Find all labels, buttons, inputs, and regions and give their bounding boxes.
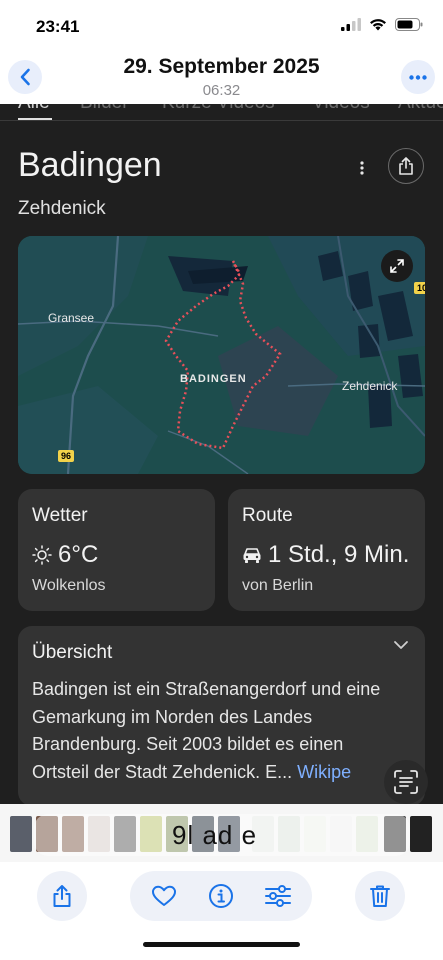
favorite-button[interactable] bbox=[150, 882, 178, 910]
map-view[interactable]: Gransee BADINGEN Zehdenick 96 10 bbox=[18, 236, 425, 474]
route-card[interactable]: Route 1 Std., 9 Min. von Berlin bbox=[228, 489, 425, 611]
wifi-icon bbox=[370, 19, 386, 31]
category-tabs: Alle Bilder Kurze Videos Videos Aktuell bbox=[0, 104, 443, 120]
status-bar: 23:41 bbox=[0, 0, 443, 50]
share-icon bbox=[53, 885, 71, 907]
weather-condition: Wolkenlos bbox=[32, 577, 106, 594]
status-time: 23:41 bbox=[36, 17, 80, 36]
tab-divider bbox=[0, 120, 443, 121]
more-vertical-icon bbox=[360, 161, 364, 175]
route-title: Route bbox=[242, 505, 293, 526]
cellular-signal-icon bbox=[341, 18, 361, 31]
route-duration-row: 1 Std., 9 Min. bbox=[242, 541, 409, 569]
info-icon bbox=[209, 884, 233, 908]
tab-aktuell[interactable]: Aktuell bbox=[398, 104, 443, 114]
weather-temperature: 6°C bbox=[58, 541, 99, 568]
expand-icon bbox=[390, 259, 404, 273]
active-tab-indicator bbox=[18, 118, 52, 120]
tab-videos[interactable]: Videos bbox=[312, 104, 370, 114]
road-badge-10: 10 bbox=[414, 282, 425, 294]
thumbnail-strip[interactable]: 9l ad e bbox=[0, 804, 443, 862]
overview-title: Übersicht bbox=[32, 642, 113, 663]
more-options-button[interactable] bbox=[401, 60, 435, 94]
photo-details-screen: 23:41 29. September 2025 06:32 Badingen … bbox=[0, 0, 443, 960]
share-button[interactable] bbox=[37, 871, 87, 921]
wikipedia-link[interactable]: Wikipe bbox=[297, 762, 351, 782]
route-duration: 1 Std., 9 Min. bbox=[268, 541, 410, 568]
navigation-header: 29. September 2025 06:32 bbox=[0, 50, 443, 106]
weather-temperature-row: 6°C bbox=[32, 541, 98, 569]
place-subtitle: Zehdenick bbox=[18, 198, 106, 219]
info-button[interactable] bbox=[207, 882, 235, 910]
bottom-toolbar bbox=[0, 862, 443, 960]
page-title: 29. September 2025 bbox=[123, 55, 320, 78]
share-icon bbox=[399, 157, 413, 175]
road-badge-96: 96 bbox=[58, 450, 75, 462]
sun-icon bbox=[32, 545, 52, 565]
heart-icon bbox=[152, 885, 176, 906]
map-label-gransee: Gransee bbox=[48, 311, 95, 325]
text-scan-button[interactable] bbox=[384, 760, 428, 804]
place-share-button[interactable] bbox=[388, 148, 424, 184]
action-pill bbox=[130, 871, 312, 921]
trash-icon bbox=[370, 885, 390, 907]
tab-kurze-videos[interactable]: Kurze Videos bbox=[162, 104, 275, 114]
map-label-zehdenick: Zehdenick bbox=[342, 379, 398, 393]
thumbnail[interactable] bbox=[410, 816, 432, 852]
delete-button[interactable] bbox=[355, 871, 405, 921]
overview-card[interactable]: Übersicht Badingen ist ein Straßenangerd… bbox=[18, 626, 425, 804]
tab-alle[interactable]: Alle bbox=[18, 104, 50, 114]
page-subtitle: 06:32 bbox=[202, 82, 241, 99]
sliders-icon bbox=[265, 885, 291, 907]
map-graphic bbox=[18, 236, 425, 474]
place-title: Badingen bbox=[18, 146, 162, 184]
weather-title: Wetter bbox=[32, 505, 88, 526]
status-icons bbox=[341, 18, 423, 31]
map-expand-button[interactable] bbox=[381, 250, 413, 282]
adjust-button[interactable] bbox=[264, 882, 292, 910]
chevron-down-icon[interactable] bbox=[393, 640, 409, 650]
weather-card[interactable]: Wetter 6°C Wolkenlos bbox=[18, 489, 215, 611]
map-label-badingen: BADINGEN bbox=[180, 373, 247, 385]
thumbnail[interactable] bbox=[10, 816, 32, 852]
battery-icon bbox=[395, 18, 423, 31]
more-horizontal-icon bbox=[409, 74, 427, 80]
thumbnail-overlay-text: 9l ad e bbox=[172, 820, 258, 850]
overview-text-block: Badingen ist ein Straßenangerdorf und ei… bbox=[32, 676, 402, 786]
scan-text-icon bbox=[394, 770, 418, 794]
home-indicator bbox=[143, 942, 300, 947]
place-details-panel: Alle Bilder Kurze Videos Videos Aktuell … bbox=[0, 104, 443, 804]
place-menu-button[interactable] bbox=[352, 156, 372, 180]
car-icon bbox=[243, 548, 261, 563]
tab-bilder[interactable]: Bilder bbox=[80, 104, 129, 114]
route-origin: von Berlin bbox=[242, 577, 314, 594]
